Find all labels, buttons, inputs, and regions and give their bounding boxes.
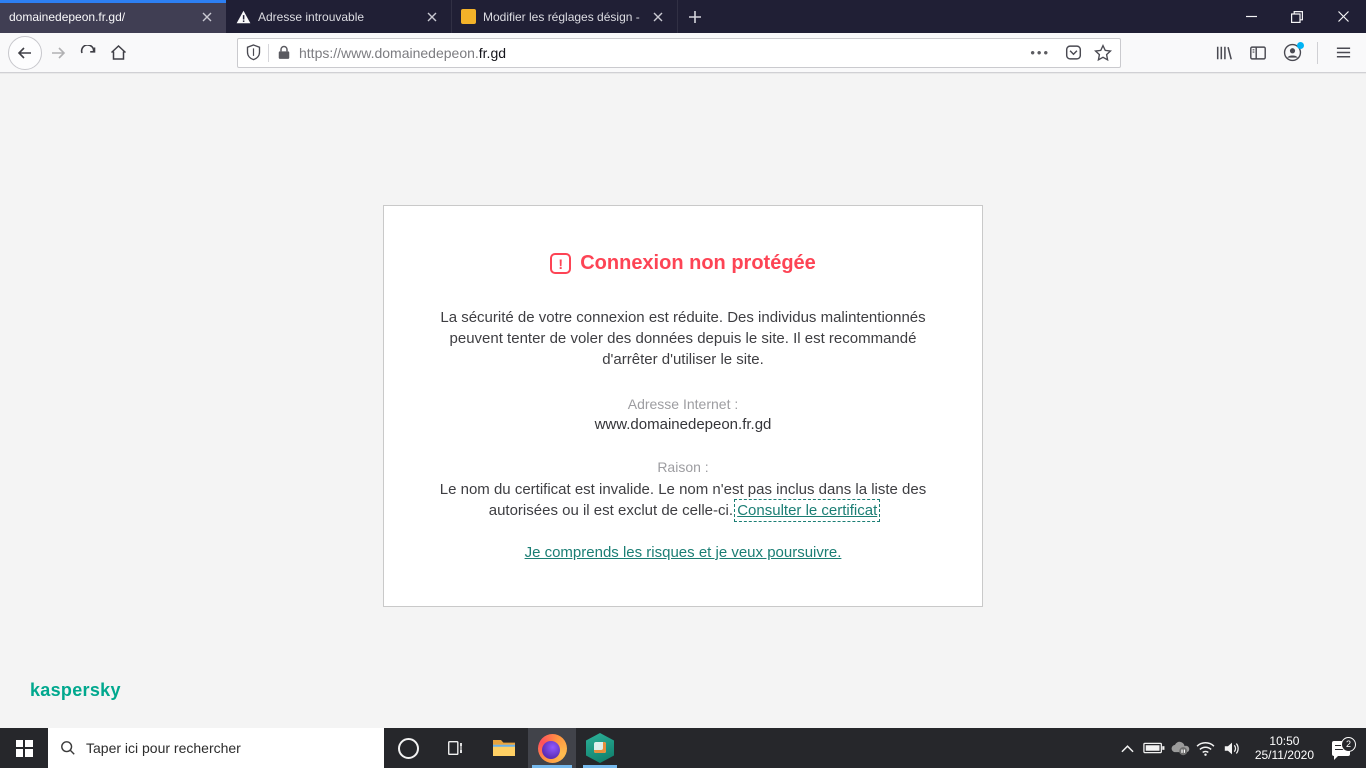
warning-triangle-icon [235, 9, 251, 25]
action-center-button[interactable]: 2 [1324, 736, 1358, 760]
window-restore-button[interactable] [1274, 0, 1320, 33]
forward-arrow-icon [52, 46, 66, 59]
search-icon [61, 741, 75, 755]
task-view-button[interactable] [432, 728, 480, 768]
warning-description: La sécurité de votre connexion est rédui… [440, 309, 926, 368]
alert-icon: ! [550, 253, 572, 274]
url-domain: fr.gd [478, 44, 507, 61]
cortana-button[interactable] [384, 728, 432, 768]
window-close-button[interactable] [1320, 0, 1366, 33]
volume-status[interactable] [1219, 741, 1245, 756]
site-favicon [461, 9, 476, 24]
minimize-icon [1245, 15, 1257, 18]
reload-icon [80, 44, 96, 53]
hamburger-icon [1336, 47, 1350, 58]
toolbar-right-icons [1209, 38, 1358, 68]
window-minimize-button[interactable] [1228, 0, 1274, 33]
page-title: Connexion non protégée [580, 252, 816, 274]
view-certificate-link[interactable]: Consulter le certificat [734, 499, 881, 522]
kaspersky-taskbar-button[interactable] [576, 728, 624, 768]
urlbar-separator [268, 43, 269, 62]
file-explorer-button[interactable] [480, 728, 528, 768]
url-bar[interactable]: https://www.domainedepeon.fr.gd ••• [237, 37, 1121, 68]
close-icon [1337, 11, 1349, 22]
account-notification-dot [1297, 41, 1304, 49]
speaker-icon [1224, 742, 1239, 754]
url-text[interactable]: https://www.domainedepeon.fr.gd [299, 45, 1022, 61]
library-button[interactable] [1209, 38, 1239, 68]
lock-icon[interactable] [277, 45, 291, 60]
kaspersky-logo: kaspersky [30, 680, 121, 700]
tab-title: Modifier les réglages désign - n [483, 9, 641, 24]
url-prefix: https://www.domainedepeon. [299, 44, 479, 61]
wifi-icon [1196, 741, 1215, 756]
tab-close-icon[interactable] [648, 7, 668, 27]
firefox-taskbar-button[interactable] [528, 728, 576, 768]
onedrive-paused-cloud-icon [1171, 741, 1190, 756]
notification-count-badge: 2 [1341, 736, 1356, 752]
battery-icon [1143, 742, 1165, 754]
tab-adresse-introuvable[interactable]: Adresse introuvable [226, 0, 452, 33]
start-button[interactable] [0, 728, 48, 768]
tab-bar: domainedepeon.fr.gd/ Adresse introuvable… [0, 0, 1366, 33]
new-tab-button[interactable] [678, 0, 712, 33]
plus-icon [689, 10, 701, 23]
chevron-up-icon [1121, 744, 1134, 752]
account-button[interactable] [1277, 38, 1307, 68]
reason-text: Le nom du certificat est invalide. Le no… [416, 479, 951, 522]
network-status[interactable] [1193, 741, 1219, 756]
tracking-protection-shield-icon[interactable] [246, 44, 261, 61]
proceed-row: Je comprends les risques et je veux pour… [384, 544, 982, 561]
address-value: www.domainedepeon.fr.gd [594, 416, 772, 433]
sidebar-icon [1250, 45, 1266, 60]
navigation-toolbar: https://www.domainedepeon.fr.gd ••• [0, 33, 1366, 73]
bookmark-star-button[interactable] [1088, 38, 1118, 68]
page-actions-button[interactable]: ••• [1022, 45, 1058, 60]
onedrive-status[interactable] [1167, 740, 1193, 756]
tray-expand-button[interactable] [1115, 744, 1141, 753]
page-content: ! Connexion non protégée La sécurité de … [0, 73, 1366, 728]
sidebar-button[interactable] [1243, 38, 1273, 68]
kaspersky-warning-card: ! Connexion non protégée La sécurité de … [383, 205, 983, 607]
back-button[interactable] [8, 35, 42, 70]
home-button[interactable] [103, 38, 133, 68]
tab-title: Adresse introuvable [258, 9, 365, 24]
proceed-anyway-link[interactable]: Je comprends les risques et je veux pour… [525, 544, 842, 561]
taskbar-clock[interactable]: 10:50 25/11/2020 [1245, 734, 1324, 762]
file-explorer-icon [493, 740, 515, 756]
reload-button[interactable] [73, 38, 103, 68]
windows-taskbar: Taper ici pour rechercher 10:50 25/11/20… [0, 728, 1366, 768]
windows-logo-icon [15, 739, 33, 757]
cortana-icon [397, 737, 419, 759]
library-icon [1216, 46, 1232, 59]
kaspersky-icon [586, 733, 614, 763]
clock-time: 10:50 [1269, 734, 1300, 748]
task-view-icon [448, 740, 462, 756]
restore-icon [1291, 10, 1303, 23]
address-label: Adresse Internet : [627, 396, 739, 412]
forward-button[interactable] [43, 38, 73, 68]
firefox-icon [537, 733, 567, 763]
alert-header: ! Connexion non protégée [384, 252, 982, 275]
clock-date: 25/11/2020 [1254, 748, 1314, 762]
window-controls [1228, 0, 1366, 33]
pocket-icon [1065, 45, 1081, 60]
tab-modifier-reglages[interactable]: Modifier les réglages désign - n [452, 0, 678, 33]
tab-close-icon[interactable] [422, 7, 442, 27]
toolbar-separator [1317, 41, 1318, 64]
tab-close-icon[interactable] [197, 7, 217, 27]
home-icon [110, 44, 126, 60]
tab-title: domainedepeon.fr.gd/ [9, 9, 126, 24]
back-arrow-icon [17, 46, 31, 59]
battery-status[interactable] [1141, 742, 1167, 754]
tab-domainedepeon[interactable]: domainedepeon.fr.gd/ [0, 0, 226, 33]
menu-button[interactable] [1328, 38, 1358, 68]
system-tray: 10:50 25/11/2020 2 [1115, 728, 1366, 768]
pocket-button[interactable] [1058, 38, 1088, 68]
star-icon [1094, 43, 1112, 61]
taskbar-search-input[interactable]: Taper ici pour rechercher [48, 728, 384, 768]
reason-label: Raison : [657, 459, 709, 475]
search-placeholder: Taper ici pour rechercher [86, 740, 241, 756]
